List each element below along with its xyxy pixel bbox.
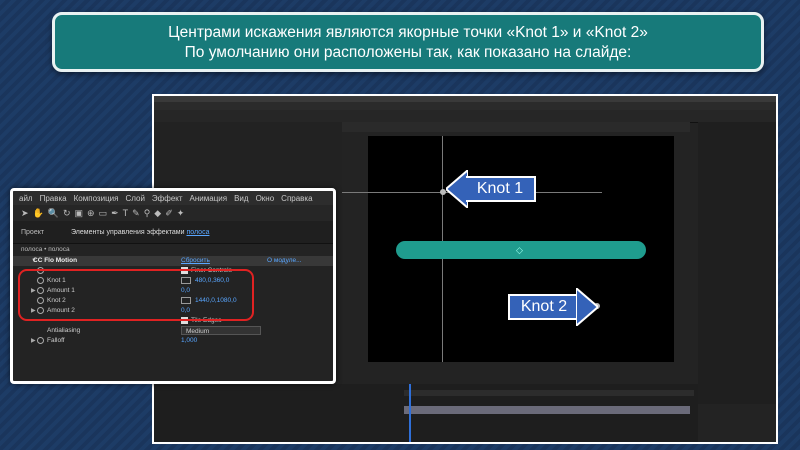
knot2-callout-arrow: Knot 2 [508, 288, 600, 326]
antialiasing-dropdown[interactable]: Medium [181, 326, 261, 335]
stamp-tool-icon[interactable]: ⚲ [144, 208, 151, 219]
ae-right-panels [698, 122, 776, 404]
menu-view[interactable]: Вид [234, 194, 248, 203]
menu-composition[interactable]: Композиция [74, 194, 119, 203]
tab-project[interactable]: Проект [13, 229, 71, 236]
stopwatch-icon[interactable] [37, 337, 44, 344]
tools-bar: ➤ ✋ 🔍 ↻ ▣ ⊕ ▭ ✒ T ✎ ⚲ ◆ ✐ ✦ [13, 205, 333, 221]
tab-effect-controls-label: Элементы управления эффектами [71, 228, 185, 236]
ae-timeline [154, 384, 698, 442]
timeline-ruler[interactable] [404, 390, 694, 396]
twirl-right-icon[interactable]: ▶ [31, 336, 36, 346]
title-banner: Центрами искажения являются якорные точк… [52, 12, 764, 72]
knot2-label: Knot 2 [508, 294, 578, 320]
roto-tool-icon[interactable]: ✐ [165, 208, 173, 219]
puppet-tool-icon[interactable]: ✦ [177, 208, 185, 219]
menu-file[interactable]: айл [19, 194, 33, 203]
mask-tool-icon[interactable]: ▭ [99, 208, 108, 219]
banner-line-1: Центрами искажения являются якорные точк… [168, 24, 648, 41]
text-tool-icon[interactable]: T [123, 208, 129, 218]
arrow-right-icon [576, 288, 598, 326]
playhead[interactable] [409, 384, 411, 442]
effect-header-row[interactable]: ▼ CC Flo Motion Сбросить О модуле... [13, 256, 333, 266]
menu-window[interactable]: Окно [256, 194, 275, 203]
menu-bar: айл Правка Композиция Слой Эффект Анимац… [13, 191, 333, 205]
about-link[interactable]: О модуле... [267, 256, 302, 266]
falloff-row: ▶ Falloff 1,000 [13, 336, 333, 346]
knot1-label: Knot 1 [466, 176, 536, 202]
eraser-tool-icon[interactable]: ◆ [154, 208, 161, 219]
knot1-callout-arrow: Knot 1 [446, 170, 536, 208]
menu-animation[interactable]: Анимация [190, 194, 228, 203]
breadcrumb: полоса • полоса [21, 246, 70, 253]
antialiasing-row: Antialiasing Medium [13, 326, 333, 336]
menu-layer[interactable]: Слой [125, 194, 144, 203]
pen-tool-icon[interactable]: ✒ [111, 208, 119, 219]
menu-effect[interactable]: Эффект [152, 194, 183, 203]
brush-tool-icon[interactable]: ✎ [132, 208, 140, 219]
falloff-value[interactable]: 1,000 [181, 336, 197, 346]
selection-tool-icon[interactable]: ➤ [21, 208, 29, 219]
ae-panel-row [154, 134, 342, 140]
arrow-left-icon [446, 170, 468, 208]
menu-edit[interactable]: Правка [40, 194, 67, 203]
ae-composition-tabbar [342, 122, 690, 132]
pan-tool-icon[interactable]: ⊕ [87, 208, 95, 219]
timeline-layer-bar[interactable] [404, 406, 690, 414]
camera-tool-icon[interactable]: ▣ [75, 208, 84, 219]
hand-tool-icon[interactable]: ✋ [33, 208, 44, 219]
menu-help[interactable]: Справка [281, 194, 312, 203]
falloff-label: Falloff [47, 337, 65, 344]
rotate-tool-icon[interactable]: ↻ [63, 208, 71, 219]
banner-line-2: По умолчанию они расположены так, как по… [184, 44, 632, 61]
knot-highlight-frame [18, 269, 254, 321]
ae-menubar [154, 102, 776, 110]
antialiasing-label: Antialiasing [47, 327, 81, 334]
panel-tabs: Проект Элементы управления эффектами пол… [13, 221, 333, 244]
zoom-tool-icon[interactable]: 🔍 [48, 208, 59, 219]
tab-effect-controls[interactable]: Элементы управления эффектами полоса [71, 229, 209, 236]
anchor-icon: ◇ [516, 245, 523, 255]
effect-name: CC Flo Motion [33, 257, 78, 264]
reset-link[interactable]: Сбросить [181, 256, 210, 266]
tab-effect-controls-layer[interactable]: полоса [186, 229, 209, 236]
